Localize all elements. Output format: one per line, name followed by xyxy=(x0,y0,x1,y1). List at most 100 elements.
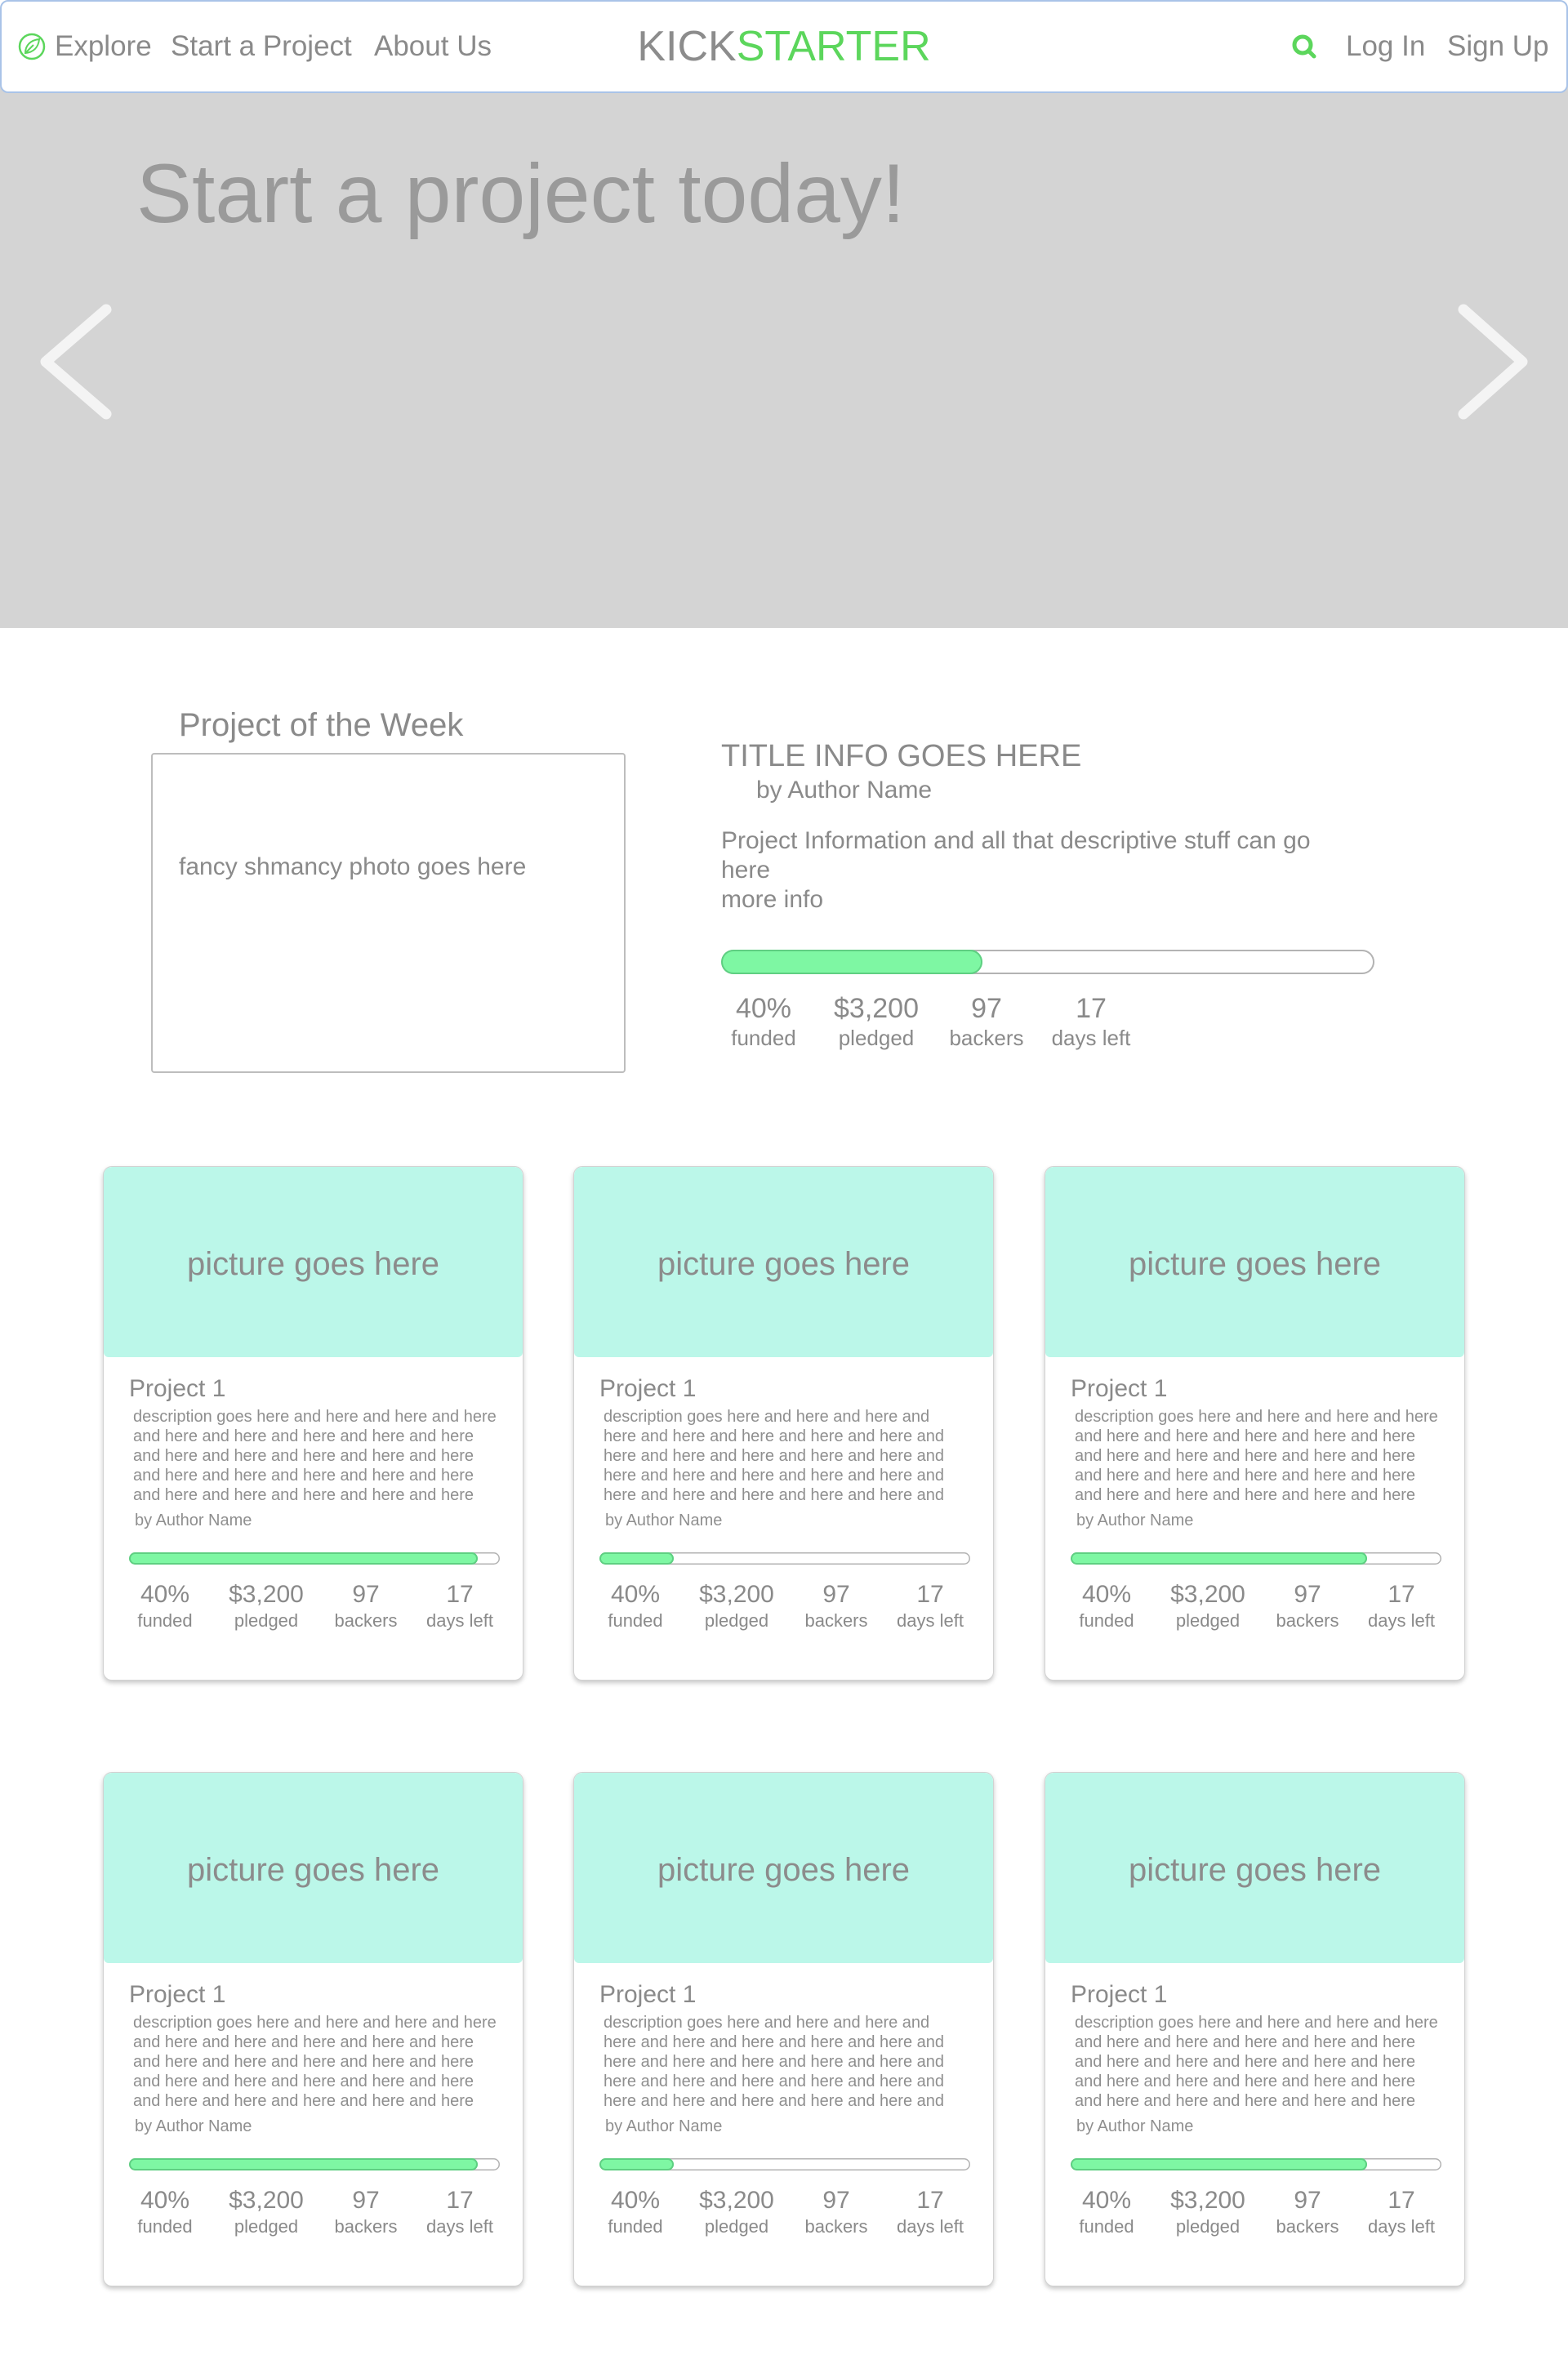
card-progress-fill xyxy=(129,2158,478,2170)
card-description-line: and here and here and here and here and … xyxy=(1075,2072,1416,2090)
card-description: description goes here and here and here … xyxy=(1075,1407,1438,1505)
card-stat-funded: 40% funded xyxy=(1058,2188,1156,2237)
card-progress-bar xyxy=(599,2158,970,2170)
card-author: by Author Name xyxy=(1076,1512,1194,1529)
stat-value: $3,200 xyxy=(699,2187,774,2214)
card-stat-funded: 40% funded xyxy=(586,1582,684,1631)
card-description-line: here and here and here and here and here… xyxy=(604,1447,945,1465)
login-link[interactable]: Log In xyxy=(1346,2,1425,91)
project-grid: picture goes here Project 1 description go… xyxy=(0,1166,1568,2288)
stat-value: $3,200 xyxy=(229,1581,304,1608)
search-button[interactable] xyxy=(1290,33,1318,60)
stat-value: 97 xyxy=(971,993,1002,1024)
stat-label: days left xyxy=(1368,1610,1435,1631)
stat-value: 97 xyxy=(822,2187,850,2214)
card-stat-pledged: $3,200 pledged xyxy=(217,1582,315,1631)
project-card[interactable]: picture goes here Project 1 description go… xyxy=(1045,1772,1465,2286)
stat-value: 40% xyxy=(1081,2187,1132,2214)
card-description: description goes here and here and here … xyxy=(604,2013,944,2111)
card-picture-placeholder[interactable]: picture goes here xyxy=(574,1773,993,1963)
card-description-line: description goes here and here and here … xyxy=(1075,1408,1438,1426)
card-picture-placeholder[interactable]: picture goes here xyxy=(1045,1167,1464,1357)
featured-photo-placeholder[interactable]: fancy shmancy photo goes here xyxy=(151,753,626,1073)
card-progress-fill xyxy=(1071,2158,1368,2170)
card-title[interactable]: Project 1 xyxy=(599,1983,696,2007)
card-stat-pledged: $3,200 pledged xyxy=(1159,1582,1257,1631)
card-author: by Author Name xyxy=(605,2117,723,2135)
card-author: by Author Name xyxy=(135,1512,252,1529)
card-picture-placeholder[interactable]: picture goes here xyxy=(574,1167,993,1357)
carousel-prev-button[interactable] xyxy=(38,301,119,424)
stat-label: days left xyxy=(1051,1026,1131,1050)
card-picture-label: picture goes here xyxy=(1128,1852,1382,1888)
signup-link[interactable]: Sign Up xyxy=(1447,2,1549,91)
card-title[interactable]: Project 1 xyxy=(1071,1377,1167,1401)
stat-value: 97 xyxy=(352,1581,380,1608)
stat-value: 40% xyxy=(610,1581,661,1608)
featured-project-author[interactable]: by Author Name xyxy=(756,778,932,803)
stat-value: 40% xyxy=(140,2187,190,2214)
featured-progress-fill xyxy=(721,950,982,974)
nav-explore-link[interactable]: Explore xyxy=(18,2,152,91)
stat-label: pledged xyxy=(1175,1610,1241,1631)
more-info-link[interactable]: more info xyxy=(721,885,823,915)
card-picture-label: picture goes here xyxy=(186,1852,440,1888)
stat-value: 17 xyxy=(1388,2187,1415,2214)
project-card[interactable]: picture goes here Project 1 description go… xyxy=(573,1772,994,2286)
featured-project-title[interactable]: TITLE INFO GOES HERE xyxy=(721,741,1081,772)
photo-placeholder-text: fancy shmancy photo goes here xyxy=(179,853,527,880)
card-stat-backers: 97 backers xyxy=(1258,2188,1356,2237)
card-description-line: and here and here and here and here and … xyxy=(1075,1486,1416,1504)
card-description-line: here and here and here and here and here… xyxy=(604,2092,945,2110)
project-card[interactable]: picture goes here Project 1 description go… xyxy=(1045,1166,1465,1681)
stat-label: days left xyxy=(1368,2216,1435,2237)
chevron-left-icon xyxy=(40,304,112,420)
card-description: description goes here and here and here … xyxy=(133,2013,497,2111)
card-description-line: here and here and here and here and here… xyxy=(604,1486,945,1504)
stat-label: days left xyxy=(426,1610,493,1631)
card-title[interactable]: Project 1 xyxy=(599,1377,696,1401)
card-progress-fill xyxy=(599,2158,674,2170)
nav-about-us-link[interactable]: About Us xyxy=(374,2,492,91)
stat-value: 97 xyxy=(822,1581,850,1608)
stat-label: pledged xyxy=(1175,2216,1241,2237)
card-description-line: and here and here and here and here and … xyxy=(1075,1447,1416,1465)
stat-label: backers xyxy=(334,2216,398,2237)
top-nav-bar: Explore Start a Project About Us KICKSTA… xyxy=(0,0,1568,93)
card-stat-pledged: $3,200 pledged xyxy=(217,2188,315,2237)
card-picture-placeholder[interactable]: picture goes here xyxy=(104,1167,523,1357)
chevron-right-icon xyxy=(1458,304,1528,420)
card-stat-funded: 40% funded xyxy=(1058,1582,1156,1631)
card-title[interactable]: Project 1 xyxy=(129,1983,225,2007)
nav-start-project-link[interactable]: Start a Project xyxy=(171,2,352,91)
project-card[interactable]: picture goes here Project 1 description go… xyxy=(103,1166,523,1681)
card-description-line: and here and here and here and here and … xyxy=(133,1467,474,1485)
stat-label: backers xyxy=(949,1026,1024,1050)
card-picture-label: picture goes here xyxy=(186,1246,440,1282)
card-description-line: and here and here and here and here and … xyxy=(1075,1467,1416,1485)
card-picture-placeholder[interactable]: picture goes here xyxy=(1045,1773,1464,1963)
card-picture-placeholder[interactable]: picture goes here xyxy=(104,1773,523,1963)
featured-progress-bar xyxy=(721,950,1374,974)
featured-stat-funded: 40% funded xyxy=(706,994,821,1049)
project-card[interactable]: picture goes here Project 1 description go… xyxy=(573,1166,994,1681)
card-description-line: here and here and here and here and here… xyxy=(604,2072,945,2090)
stat-label: days left xyxy=(897,1610,964,1631)
stat-label: pledged xyxy=(704,1610,769,1631)
card-progress-bar xyxy=(129,2158,500,2170)
logo-text-kick: KICK xyxy=(637,23,737,70)
featured-stat-pledged: $3,200 pledged xyxy=(819,994,933,1049)
project-of-the-week: Project of the Week fancy shmancy photo … xyxy=(0,628,1568,1118)
card-description-line: here and here and here and here and here… xyxy=(604,2033,945,2051)
featured-stat-backers: 97 backers xyxy=(929,994,1044,1049)
card-description-line: description goes here and here and here … xyxy=(1075,2014,1438,2032)
featured-stat-days-left: 17 days left xyxy=(1034,994,1148,1049)
carousel-next-button[interactable] xyxy=(1455,301,1537,424)
card-progress-fill xyxy=(1071,1552,1368,1565)
kickstarter-logo[interactable]: KICKSTARTER xyxy=(621,2,947,91)
card-title[interactable]: Project 1 xyxy=(129,1377,225,1401)
project-card[interactable]: picture goes here Project 1 description go… xyxy=(103,1772,523,2286)
stat-value: $3,200 xyxy=(834,993,919,1024)
card-title[interactable]: Project 1 xyxy=(1071,1983,1167,2007)
leaf-icon xyxy=(18,33,46,60)
